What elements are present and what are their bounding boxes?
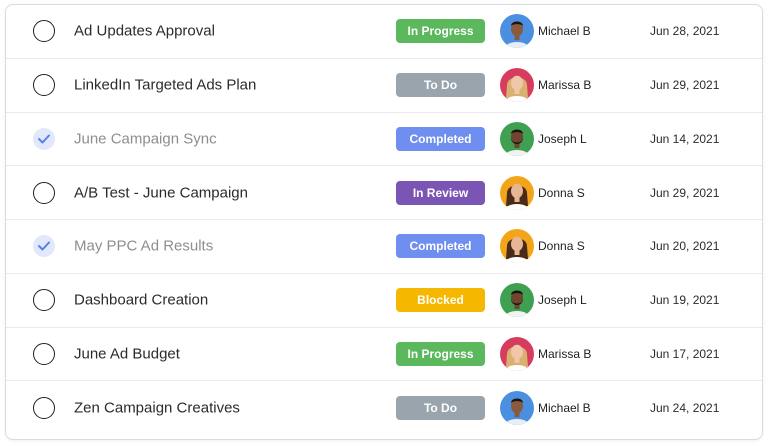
status-badge[interactable]: In Progress [396, 341, 485, 366]
task-name[interactable]: A/B Test - June Campaign [74, 184, 248, 201]
status-badge[interactable]: Completed [396, 126, 485, 151]
due-date: Jun 17, 2021 [650, 346, 720, 361]
task-name[interactable]: Zen Campaign Creatives [74, 400, 240, 417]
task-name[interactable]: June Campaign Sync [74, 130, 217, 147]
table-row[interactable]: June Campaign Sync Completed Joseph L Ju… [6, 113, 762, 167]
table-row[interactable]: June Ad Budget In Progress Marissa B Jun… [6, 328, 762, 382]
task-list: Ad Updates Approval In Progress Michael … [5, 4, 763, 440]
unchecked-circle-icon[interactable] [33, 20, 55, 43]
due-date: Jun 28, 2021 [650, 24, 720, 39]
avatar [500, 283, 534, 318]
unchecked-circle-icon[interactable] [33, 342, 55, 365]
avatar [500, 14, 534, 49]
due-date: Jun 29, 2021 [650, 185, 720, 200]
avatar [500, 391, 534, 426]
assignee-name: Marissa B [538, 78, 592, 93]
status-badge[interactable]: To Do [396, 396, 485, 421]
table-row[interactable]: Ad Updates Approval In Progress Michael … [6, 5, 762, 59]
table-row[interactable]: Zen Campaign Creatives To Do Michael B J… [6, 381, 762, 435]
unchecked-circle-icon[interactable] [33, 74, 55, 97]
status-badge[interactable]: In Progress [396, 19, 485, 44]
assignee-name: Donna S [538, 239, 585, 254]
assignee-name: Michael B [538, 24, 591, 39]
due-date: Jun 24, 2021 [650, 401, 720, 416]
due-date: Jun 20, 2021 [650, 239, 720, 254]
table-row[interactable]: Dashboard Creation Blocked Joseph L Jun … [6, 274, 762, 328]
avatar [500, 121, 534, 156]
status-badge[interactable]: In Review [396, 180, 485, 205]
avatar [500, 175, 534, 210]
due-date: Jun 19, 2021 [650, 293, 720, 308]
assignee-name: Joseph L [538, 293, 587, 308]
checked-icon[interactable] [33, 127, 55, 150]
task-name[interactable]: May PPC Ad Results [74, 238, 213, 255]
status-badge[interactable]: To Do [396, 73, 485, 98]
checked-icon[interactable] [33, 235, 55, 258]
table-row[interactable]: A/B Test - June Campaign In Review Donna… [6, 166, 762, 220]
task-name[interactable]: June Ad Budget [74, 345, 180, 362]
status-badge[interactable]: Completed [396, 234, 485, 259]
avatar [500, 68, 534, 103]
unchecked-circle-icon[interactable] [33, 289, 55, 312]
assignee-name: Donna S [538, 185, 585, 200]
table-row[interactable]: LinkedIn Targeted Ads Plan To Do Marissa… [6, 59, 762, 113]
due-date: Jun 14, 2021 [650, 131, 720, 146]
task-name[interactable]: Ad Updates Approval [74, 23, 215, 40]
assignee-name: Joseph L [538, 131, 587, 146]
assignee-name: Marissa B [538, 346, 592, 361]
unchecked-circle-icon[interactable] [33, 181, 55, 204]
task-name[interactable]: Dashboard Creation [74, 292, 208, 309]
status-badge[interactable]: Blocked [396, 288, 485, 313]
table-row[interactable]: May PPC Ad Results Completed Donna S Jun… [6, 220, 762, 274]
task-name[interactable]: LinkedIn Targeted Ads Plan [74, 77, 256, 94]
assignee-name: Michael B [538, 401, 591, 416]
due-date: Jun 29, 2021 [650, 78, 720, 93]
avatar [500, 229, 534, 264]
unchecked-circle-icon[interactable] [33, 397, 55, 420]
avatar [500, 336, 534, 371]
